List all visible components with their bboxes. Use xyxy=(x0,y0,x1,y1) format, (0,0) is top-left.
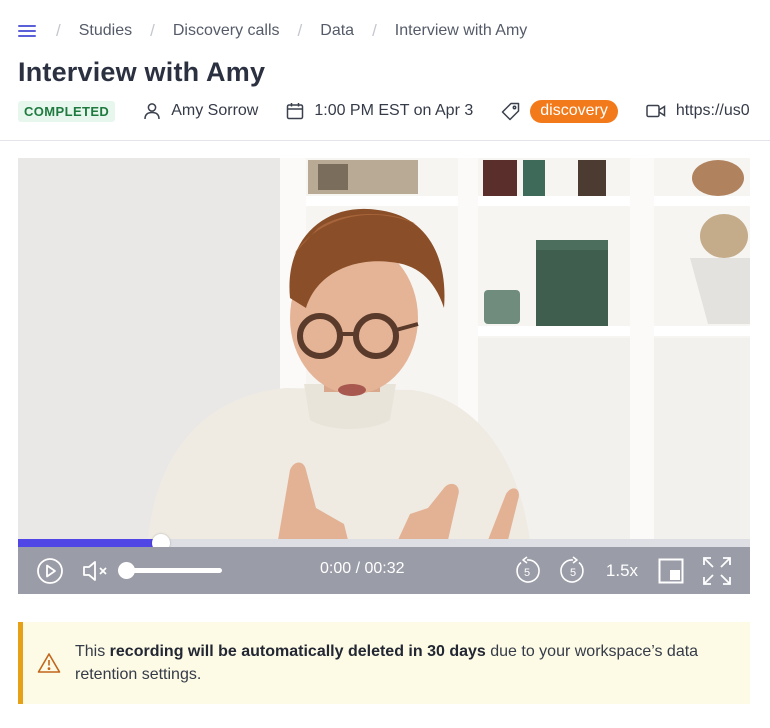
schedule-text: 1:00 PM EST on Apr 3 xyxy=(314,102,474,119)
notice-text-start: This xyxy=(75,643,110,660)
user-icon xyxy=(144,103,160,120)
playback-speed-label: 1.5x xyxy=(605,561,639,580)
forward-button[interactable]: 5 xyxy=(558,556,588,586)
participant[interactable]: Amy Sorrow xyxy=(143,102,258,120)
picture-in-picture-button[interactable] xyxy=(658,558,684,584)
volume-slider[interactable] xyxy=(118,562,222,579)
video-progress-bar[interactable] xyxy=(18,534,750,552)
tags: discovery xyxy=(501,99,618,123)
video-controls: 0:00 / 00:32 5 5 1.5x xyxy=(18,547,750,594)
calendar-icon xyxy=(287,103,304,120)
breadcrumb-studies[interactable]: Studies xyxy=(79,22,132,40)
participant-name: Amy Sorrow xyxy=(171,102,259,119)
volume-slider-handle[interactable] xyxy=(118,562,135,579)
video-progress-fill xyxy=(18,539,161,547)
fullscreen-button[interactable] xyxy=(702,556,732,586)
breadcrumb-separator: / xyxy=(372,21,377,40)
meta-row: COMPLETED Amy Sorrow 1:00 PM EST on Apr … xyxy=(18,96,770,126)
time-display: 0:00 / 00:32 xyxy=(320,560,405,577)
breadcrumb-current: Interview with Amy xyxy=(394,22,528,39)
rewind-seconds: 5 xyxy=(524,567,530,579)
breadcrumb-discovery-calls[interactable]: Discovery calls xyxy=(173,22,280,40)
breadcrumb-separator: / xyxy=(297,21,303,40)
forward-5-icon: 5 xyxy=(560,556,584,583)
header-divider xyxy=(0,140,770,141)
rewind-5-icon: 5 xyxy=(516,556,540,583)
tag-badge-discovery[interactable]: discovery xyxy=(530,99,618,123)
play-icon xyxy=(37,558,63,584)
page-title: Interview with Amy xyxy=(18,57,266,87)
fullscreen-icon xyxy=(703,557,731,585)
mute-button[interactable] xyxy=(82,558,110,584)
rewind-button[interactable]: 5 xyxy=(512,556,542,586)
retention-notice-text: This recording will be automatically del… xyxy=(75,640,750,686)
hamburger-menu-icon[interactable] xyxy=(18,24,36,38)
notice-text-emphasis: recording will be automatically deleted … xyxy=(109,643,486,660)
video-frame xyxy=(18,158,750,540)
breadcrumb: / Studies / Discovery calls / Data / Int… xyxy=(0,0,527,62)
warning-icon xyxy=(37,653,61,673)
breadcrumb-separator: / xyxy=(56,21,61,40)
video-player[interactable]: 0:00 / 00:32 5 5 1.5x xyxy=(18,158,750,594)
video-camera-icon xyxy=(646,104,666,118)
volume-muted-icon xyxy=(83,561,107,581)
tag-icon xyxy=(502,102,520,120)
forward-seconds: 5 xyxy=(570,567,576,579)
schedule: 1:00 PM EST on Apr 3 xyxy=(286,102,473,120)
status-badge: COMPLETED xyxy=(18,100,116,122)
picture-in-picture-icon xyxy=(658,558,684,584)
playback-speed-button[interactable]: 1.5x xyxy=(602,559,642,583)
play-button[interactable] xyxy=(36,557,64,585)
breadcrumb-data[interactable]: Data xyxy=(320,22,354,40)
meeting-link[interactable]: https://us0 xyxy=(646,102,750,120)
breadcrumb-separator: / xyxy=(150,21,155,40)
retention-notice: This recording will be automatically del… xyxy=(18,622,750,704)
meeting-link-text[interactable]: https://us0 xyxy=(676,102,750,120)
